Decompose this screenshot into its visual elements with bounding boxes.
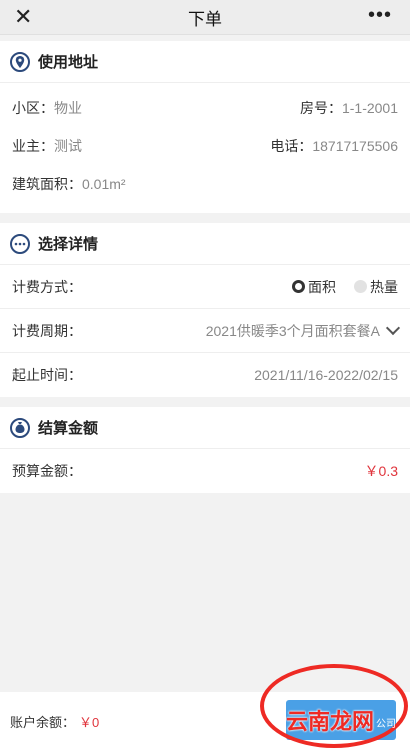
radio-heat[interactable]: 热量 <box>354 277 398 297</box>
money-bag-icon <box>10 417 30 438</box>
chevron-down-icon <box>385 320 401 336</box>
details-card-header: 选择详情 <box>0 223 410 265</box>
watermark-small: 公司 <box>376 719 396 730</box>
radio-unselected-icon <box>354 280 367 293</box>
details-section-title: 选择详情 <box>38 236 99 253</box>
more-icon[interactable]: ••• <box>368 2 392 28</box>
phone-label: 电话： <box>270 138 313 154</box>
radio-area-label: 面积 <box>308 278 336 295</box>
time-range-row: 起止时间： 2021/11/16-2022/02/15 <box>0 353 410 397</box>
settlement-card: 结算金额 预算金额： ￥0.3 <box>0 407 410 493</box>
billing-period-value: 2021供暖季3个月面积套餐A <box>205 322 380 339</box>
settlement-section-title: 结算金额 <box>38 420 99 437</box>
balance-label: 账户余额： <box>10 714 76 730</box>
billing-period-select[interactable]: 2021供暖季3个月面积套餐A <box>205 320 401 341</box>
address-card-header: 使用地址 <box>0 41 410 83</box>
community-label: 小区： <box>12 100 54 116</box>
budget-label: 预算金额： <box>12 463 82 479</box>
billing-method-row: 计费方式： 面积 热量 <box>0 265 410 309</box>
community-value: 物业 <box>54 100 82 116</box>
top-bar: ✕ 下单 ••• <box>0 0 410 35</box>
owner-phone-row: 业主：测试 电话：18717175506 <box>12 127 398 165</box>
watermark-text: 云南龙网 <box>285 709 374 734</box>
balance-value: ￥0 <box>79 714 100 730</box>
area-value: 0.01m² <box>82 176 126 192</box>
radio-selected-icon <box>292 280 305 293</box>
radio-area[interactable]: 面积 <box>292 277 336 297</box>
time-range-label: 起止时间： <box>12 367 82 383</box>
phone-value: 18717175506 <box>312 138 398 154</box>
details-card: 选择详情 计费方式： 面积 热量 计费周期： 2021供暖季3个月面积套餐A 起… <box>0 223 410 397</box>
address-section-title: 使用地址 <box>38 54 99 71</box>
owner-label: 业主： <box>12 138 54 154</box>
radio-heat-label: 热量 <box>370 278 398 295</box>
page-title: 下单 <box>188 9 222 29</box>
billing-period-label: 计费周期： <box>12 322 82 339</box>
room-value: 1-1-2001 <box>341 100 398 116</box>
ellipsis-circle-icon <box>10 233 30 254</box>
community-room-row: 小区：物业 房号：1-1-2001 <box>12 89 398 127</box>
settlement-card-header: 结算金额 <box>0 407 410 449</box>
address-card: 使用地址 小区：物业 房号：1-1-2001 业主：测试 电话：18717175… <box>0 41 410 213</box>
budget-value: ￥0.3 <box>364 463 398 479</box>
time-range-value: 2021/11/16-2022/02/15 <box>254 367 398 383</box>
area-label: 建筑面积： <box>12 176 82 192</box>
room-label: 房号： <box>299 100 342 116</box>
billing-period-row[interactable]: 计费周期： 2021供暖季3个月面积套餐A <box>0 309 410 353</box>
billing-method-label: 计费方式： <box>12 278 82 295</box>
area-row: 建筑面积：0.01m² <box>12 165 398 203</box>
close-icon[interactable]: ✕ <box>14 4 32 30</box>
owner-value: 测试 <box>54 138 82 154</box>
budget-row: 预算金额： ￥0.3 <box>0 449 410 493</box>
location-pin-icon <box>10 51 30 72</box>
